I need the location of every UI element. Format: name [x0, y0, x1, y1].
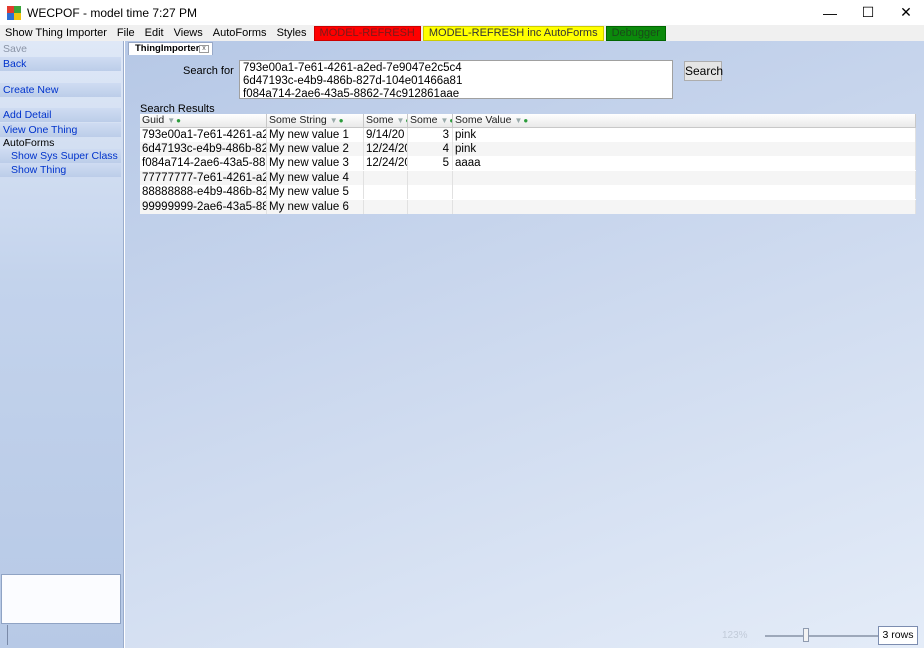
cell-some-date	[364, 200, 408, 214]
cell-some-string: My new value 3	[267, 156, 364, 170]
table-row[interactable]: 99999999-2ae6-43a5-8862 My new value 6	[140, 200, 916, 214]
maximize-icon[interactable]: ☐	[850, 0, 886, 25]
sidebar: Save Back Create New Add Detail View One…	[0, 41, 124, 648]
cell-some-string: My new value 1	[267, 128, 364, 142]
tab-close-icon[interactable]: x	[199, 45, 209, 53]
status-bar: 123% 3 rows	[125, 624, 924, 648]
sort-dot-icon: ●	[176, 116, 181, 125]
debugger-button[interactable]: Debugger	[605, 25, 666, 41]
cell-some-date	[364, 185, 408, 199]
cell-some-number: 4	[408, 142, 453, 156]
menu-styles[interactable]: Styles	[272, 25, 312, 41]
cell-some-date: 12/24/20	[366, 156, 408, 170]
model-refresh-button[interactable]: MODEL-REFRESH	[313, 25, 421, 41]
cell-some-number	[408, 171, 453, 185]
search-button[interactable]: Search	[684, 61, 723, 81]
table-row[interactable]: 793e00a1-7e61-4261-a2ed-7e9047e2c5c4 My …	[140, 128, 916, 142]
column-header-some-date[interactable]: Some▼●	[364, 114, 408, 127]
filter-icon[interactable]: ▼	[330, 116, 338, 125]
cell-some-number: 5	[408, 156, 453, 170]
close-icon[interactable]: ✕	[888, 0, 924, 25]
tab-thing-importer[interactable]: ThingImporter x	[128, 42, 213, 55]
menu-file[interactable]: File	[112, 25, 140, 41]
sidebar-item-create-new[interactable]: Create New	[0, 83, 121, 97]
model-refresh-autoforms-button[interactable]: MODEL-REFRESH inc AutoForms	[422, 25, 604, 41]
search-line: 6d47193c-e4b9-486b-827d-104e01466a81	[243, 75, 463, 87]
menu-edit[interactable]: Edit	[140, 25, 169, 41]
cell-some-value: pink	[453, 142, 916, 156]
cell-some-string: My new value 4	[267, 171, 364, 185]
zoom-slider-handle[interactable]	[802, 628, 809, 642]
sidebar-item-view-one-thing[interactable]: View One Thing	[0, 123, 121, 137]
menu-bar: Show Thing Importer File Edit Views Auto…	[0, 25, 924, 41]
cell-some-value	[453, 200, 916, 214]
cell-some-value: aaaa	[453, 156, 916, 170]
cell-guid: 793e00a1-7e61-4261-a2ed-7e9047e2c5c4	[140, 128, 267, 142]
table-row[interactable]: 6d47193c-e4b9-486b-827d-104e01466a81 My …	[140, 142, 916, 156]
sidebar-item-show-sys-super-class[interactable]: Show Sys Super Class	[0, 149, 121, 163]
sidebar-item-add-detail[interactable]: Add Detail	[0, 108, 121, 122]
search-line: f084a714-2ae6-43a5-8862-74c912861aae	[243, 88, 460, 99]
filter-icon[interactable]: ▼	[440, 116, 448, 125]
search-input[interactable]: 793e00a1-7e61-4261-a2ed-7e9047e2c5c4 6d47…	[239, 60, 673, 99]
grid-header: Guid▼● Some String▼● Some▼● Some▼● Some …	[140, 114, 916, 128]
cell-some-string: My new value 5	[267, 185, 364, 199]
table-row[interactable]: 77777777-7e61-4261-a2ed My new value 4	[140, 171, 916, 185]
filter-icon[interactable]: ▼	[167, 116, 175, 125]
cell-guid: 6d47193c-e4b9-486b-827d-104e01466a81	[140, 142, 267, 156]
results-grid: Guid▼● Some String▼● Some▼● Some▼● Some …	[140, 114, 916, 214]
app-logo-icon	[7, 5, 21, 20]
cell-guid: 77777777-7e61-4261-a2ed	[140, 171, 267, 185]
cell-some-string: My new value 6	[267, 200, 364, 214]
column-header-some-value[interactable]: Some Value ▼●	[453, 114, 916, 127]
tab-label: ThingImporter	[135, 43, 200, 54]
menu-views[interactable]: Views	[169, 25, 208, 41]
table-row[interactable]: f084a714-2ae6-43a5-8862-74c912861aae My …	[140, 156, 916, 170]
sidebar-info-box	[1, 574, 121, 624]
cell-some-string: My new value 2	[267, 142, 364, 156]
filter-icon[interactable]: ▼	[396, 116, 404, 125]
cell-some-date: 9/14/20	[364, 128, 408, 142]
menu-autoforms[interactable]: AutoForms	[208, 25, 272, 41]
cell-some-date: 12/24/20	[366, 142, 408, 156]
zoom-level: 123%	[722, 630, 748, 641]
cell-some-value	[453, 171, 916, 185]
cell-some-value	[453, 185, 916, 199]
cell-guid: 99999999-2ae6-43a5-8862	[140, 200, 267, 214]
cell-guid: 88888888-e4b9-486b-827d	[140, 185, 267, 199]
cell-some-date	[364, 171, 408, 185]
column-header-some-string[interactable]: Some String ▼●	[267, 114, 364, 127]
column-header-some-number[interactable]: Some▼●	[408, 114, 453, 127]
filter-icon[interactable]: ▼	[514, 116, 522, 125]
sidebar-item-back[interactable]: Back	[0, 57, 121, 71]
sidebar-item-show-thing[interactable]: Show Thing	[0, 163, 121, 177]
window-title: WECPOF - model time 7:27 PM	[27, 5, 198, 20]
cell-some-number	[408, 185, 453, 199]
sidebar-item-save[interactable]: Save	[0, 42, 121, 56]
sort-dot-icon: ●	[338, 116, 344, 125]
cell-guid: f084a714-2ae6-43a5-8862-74c912861aae	[142, 156, 267, 170]
column-header-guid[interactable]: Guid ▼●	[140, 114, 267, 127]
main-area: ThingImporter x Search for 793e00a1-7e61…	[125, 41, 924, 648]
search-line: 793e00a1-7e61-4261-a2ed-7e9047e2c5c4	[243, 62, 462, 74]
cell-some-value: pink	[453, 128, 916, 142]
row-count: 3 rows	[878, 626, 918, 645]
thing-importer-panel: Search for 793e00a1-7e61-4261-a2ed-7e904…	[139, 55, 919, 625]
minimize-icon[interactable]: —	[812, 0, 848, 25]
menu-show-thing-importer[interactable]: Show Thing Importer	[0, 25, 112, 41]
table-row[interactable]: 88888888-e4b9-486b-827d My new value 5	[140, 185, 916, 199]
sidebar-heading-autoforms: AutoForms	[3, 137, 55, 149]
cell-some-number	[408, 200, 453, 214]
sort-dot-icon: ●	[523, 116, 529, 125]
search-label: Search for	[183, 65, 234, 77]
cell-some-number: 3	[408, 128, 453, 142]
zoom-slider-track[interactable]	[765, 635, 879, 637]
title-bar: WECPOF - model time 7:27 PM — ☐ ✕	[0, 0, 924, 25]
sidebar-status-field	[7, 625, 124, 645]
